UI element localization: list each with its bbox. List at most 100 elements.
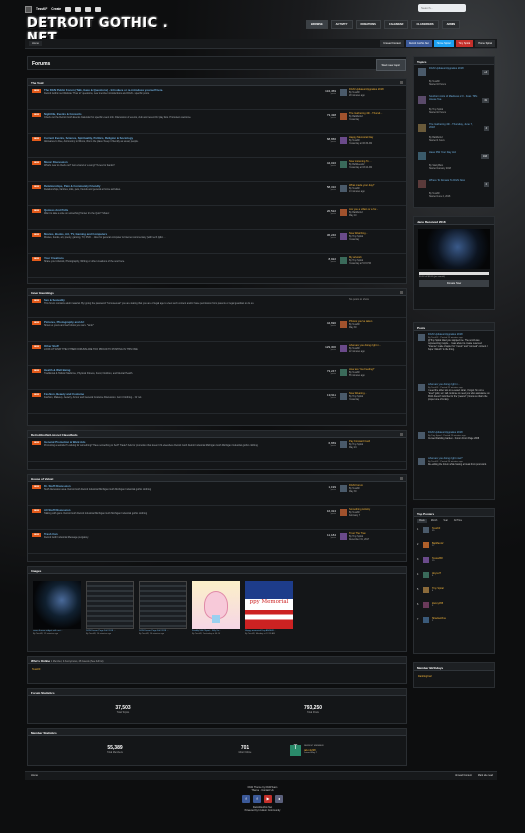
collapse-icon[interactable] [400, 81, 403, 84]
poster-avatar[interactable] [423, 617, 429, 623]
poster-name[interactable]: Zanny455 [432, 602, 443, 605]
last-poster-avatar[interactable] [340, 185, 347, 192]
online-summary[interactable]: 1 Member, 0 Anonymous, 28 Guests (See fu… [51, 660, 104, 663]
last-poster-avatar[interactable] [340, 393, 347, 400]
post-avatar[interactable] [418, 334, 425, 341]
facebook-icon[interactable]: f [253, 795, 261, 803]
youtube-icon[interactable]: ▶ [264, 795, 272, 803]
powered-by[interactable]: Powered by Invision Community [0, 809, 525, 812]
username[interactable]: TessKF [36, 7, 47, 11]
poster-avatar[interactable] [423, 542, 429, 548]
post-avatar[interactable] [418, 458, 425, 465]
last-poster-avatar[interactable] [340, 209, 347, 216]
share-icon[interactable]: ◂ [275, 795, 283, 803]
last-poster-avatar[interactable] [340, 257, 347, 264]
topic-avatar[interactable] [418, 96, 426, 104]
search-input[interactable]: Search... [418, 4, 466, 12]
collapse-icon[interactable] [400, 291, 403, 294]
unread-content-link[interactable]: Unread Content [380, 40, 404, 47]
last-poster-avatar[interactable] [340, 441, 347, 448]
post-avatar[interactable] [418, 432, 425, 439]
footer-unread[interactable]: Unread Content [455, 774, 472, 777]
last-poster-avatar[interactable] [340, 533, 347, 540]
nav-activity[interactable]: ACTIVITY [330, 20, 353, 29]
topic-item[interactable]: Have DW Your Day Ho! By StarryBam Started … [414, 149, 494, 177]
gallery-icon[interactable] [95, 6, 102, 12]
last-poster-avatar[interactable] [340, 345, 347, 352]
breadcrumb-home[interactable]: Home [29, 41, 42, 46]
poster-avatar[interactable] [423, 527, 429, 533]
facebook-icon[interactable]: f [242, 795, 250, 803]
gallery-item[interactable]: raven theme widget with ravi... By TessK… [33, 581, 81, 635]
online-user[interactable]: TessKF [28, 664, 406, 675]
last-poster-avatar[interactable] [340, 509, 347, 516]
last-poster-avatar[interactable] [340, 137, 347, 144]
topic-avatar[interactable] [418, 124, 426, 132]
post-item[interactable]: what are you doing right now? By TessKF ·… [414, 455, 494, 485]
last-poster-avatar[interactable] [340, 233, 347, 240]
reports-icon[interactable] [85, 6, 92, 12]
birthday-member[interactable]: DarklingCarl [414, 671, 494, 682]
last-poster-avatar[interactable] [340, 89, 347, 96]
category-title[interactable]: The Void [28, 79, 406, 86]
last-poster-avatar[interactable] [340, 369, 347, 376]
topic-title[interactable]: Have DW Your Day Ho! [429, 151, 479, 154]
home-spiral-link[interactable]: Home Spiral [475, 40, 495, 47]
mark-read-link[interactable]: Mark site read [478, 774, 493, 777]
poster-name[interactable]: Tiny Spiral [432, 587, 444, 590]
gallery-item[interactable]: DGN Forum Page Fall 2018 ... By TessKF, … [139, 581, 187, 635]
messages-icon[interactable] [75, 6, 82, 12]
newest-member-avatar[interactable]: T [290, 745, 301, 756]
poster-name[interactable]: AbyssIT [432, 572, 441, 575]
gallery-item[interactable]: Freddy Silk Clipart - Silly Va... By Tes… [192, 581, 240, 635]
donate-button[interactable]: Donate Now [419, 280, 489, 287]
category-title[interactable]: House of Velvet [28, 475, 406, 482]
post-avatar[interactable] [418, 384, 425, 391]
poster-avatar[interactable] [423, 557, 429, 563]
gallery-item[interactable]: DGN Forum Page Fall 2018 ... By TessKF, … [86, 581, 134, 635]
tab-week[interactable]: Week [417, 519, 427, 523]
topic-avatar[interactable] [418, 180, 426, 188]
topic-item[interactable]: Where To Donate To DGN Now By TessKF Start… [414, 177, 494, 205]
memorial-image[interactable]: ppy Memorial [245, 581, 293, 629]
collapse-icon[interactable] [400, 433, 403, 436]
screenshot-image[interactable] [86, 581, 134, 629]
gallery-item[interactable]: ppy Memorial Happy memorial Day ANDER...… [245, 581, 293, 635]
nav-donations[interactable]: DONATIONS [355, 20, 381, 29]
collapse-icon[interactable] [400, 477, 403, 480]
topic-title[interactable]: Southern Acts of Madness 2.0 - Feat. Tif… [429, 95, 479, 101]
poster-avatar[interactable] [423, 587, 429, 593]
topic-title[interactable]: DGN Updates/Upgrades 2018 [429, 67, 479, 70]
last-poster-avatar[interactable] [340, 161, 347, 168]
post-item[interactable]: DGN Updates/Upgrades 2018 By Tiny Spiral … [414, 429, 494, 455]
create-menu[interactable]: Create [51, 7, 61, 11]
youtube-link[interactable]: Tiny Spiral [455, 40, 474, 47]
tab-all-time[interactable]: All Time [452, 519, 464, 523]
topic-item[interactable]: The Gathering 4th - Thursday, June 7, 20… [414, 121, 494, 149]
poster-avatar[interactable] [423, 572, 429, 578]
tab-month[interactable]: Month [429, 519, 439, 523]
nav-classifieds[interactable]: CLASSIFIEDS [411, 20, 439, 29]
screenshot-image[interactable] [139, 581, 187, 629]
topic-item[interactable]: DGN Updates/Upgrades 2018 By TessKF Starte… [414, 65, 494, 93]
nav-calendar[interactable]: CALENDAR [383, 20, 409, 29]
footer-links[interactable]: Theme · Contact Us [0, 789, 525, 792]
start-topic-button[interactable]: Start new topic [375, 59, 406, 71]
clipart-image[interactable] [192, 581, 240, 629]
nav-browse[interactable]: BROWSE [306, 20, 328, 29]
poster-avatar[interactable] [423, 602, 429, 608]
footer-home[interactable]: Home [31, 774, 38, 777]
last-poster-avatar[interactable] [340, 485, 347, 492]
topic-title[interactable]: Where To Donate To DGN Now [429, 179, 479, 182]
last-poster-avatar[interactable] [340, 321, 347, 328]
category-title[interactable]: DetroitGothicList.net Classifieds [28, 431, 406, 438]
topic-avatar[interactable] [418, 152, 426, 160]
nav-admin[interactable]: ADMIN [441, 20, 461, 29]
avatar[interactable] [25, 5, 32, 13]
post-item[interactable]: DGN Updates/Upgrades 2018 By TessKF · Pos… [414, 331, 494, 381]
post-item[interactable]: what are you doing right n... By TessKF ·… [414, 381, 494, 429]
tab-year[interactable]: Year [441, 519, 450, 523]
notifications-icon[interactable] [65, 6, 72, 12]
topic-item[interactable]: Southern Acts of Madness 2.0 - Feat. Tif… [414, 93, 494, 121]
category-title[interactable]: Inner Hauntings [28, 289, 406, 296]
